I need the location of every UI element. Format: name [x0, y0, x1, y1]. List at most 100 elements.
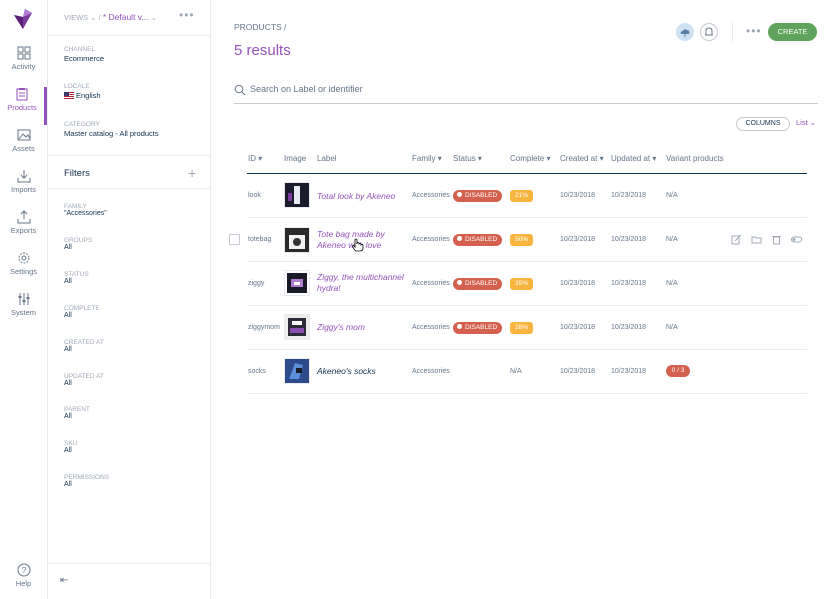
created-at: 10/23/2018 — [560, 324, 596, 331]
column-header-updated-at[interactable]: Updated at ▾ — [611, 154, 656, 163]
variant-products-badge[interactable]: 0 / 3 — [666, 365, 690, 377]
product-label-link[interactable]: Akeneo's socks — [317, 366, 407, 377]
sliders-icon — [18, 293, 29, 305]
table-row[interactable]: ziggymom Ziggy's mom Accessories DISABLE… — [247, 306, 807, 350]
product-label-link[interactable]: Total look by Akeneo — [317, 191, 407, 202]
product-id: look — [248, 192, 261, 199]
table-row[interactable]: socks Akeneo's socks Accessories N/A 10/… — [247, 350, 807, 394]
product-id: socks — [248, 368, 266, 375]
notifications-button[interactable] — [700, 23, 718, 41]
product-family: Accessories — [412, 280, 450, 287]
category-label: CATEGORY — [64, 121, 100, 128]
status-badge: DISABLED — [453, 190, 503, 202]
nav-item-label: Imports — [10, 185, 36, 194]
column-header-label[interactable]: Label — [317, 154, 337, 163]
filter-status[interactable]: STATUS All — [64, 271, 89, 285]
filter-updated-at[interactable]: UPDATED AT All — [64, 373, 104, 387]
table-row[interactable]: totebag Tote bag made by Akeneo with lov… — [247, 218, 807, 262]
locale-switcher[interactable]: LOCALE English — [64, 83, 101, 100]
product-thumbnail — [284, 314, 310, 340]
toggle-status-icon[interactable] — [791, 234, 802, 247]
filter-family[interactable]: FAMILY "Accessories" — [64, 203, 107, 217]
filters-title: Filters — [64, 168, 90, 179]
column-header-complete[interactable]: Complete ▾ — [510, 154, 551, 163]
channel-value: Ecommerce — [64, 54, 105, 63]
product-label-link[interactable]: Ziggy's mom — [317, 322, 407, 333]
updated-at: 10/23/2018 — [611, 368, 647, 375]
edit-icon[interactable] — [731, 234, 742, 247]
category-switcher[interactable]: CATEGORY Master catalog - All products — [64, 121, 159, 138]
nav-item-help[interactable]: ? Help — [0, 563, 47, 599]
product-label-link[interactable]: Ziggy, the multichannel hydra! — [317, 272, 407, 294]
delete-icon[interactable] — [771, 234, 782, 247]
nav-item-assets[interactable]: Assets — [0, 128, 47, 166]
filter-created-at[interactable]: CREATED AT All — [64, 339, 104, 353]
filter-parent[interactable]: PARENT All — [64, 406, 90, 420]
product-image-icon — [285, 271, 309, 295]
user-avatar-icon[interactable] — [676, 23, 694, 41]
filter-label: COMPLETE — [64, 305, 100, 312]
more-actions-icon[interactable]: ••• — [746, 24, 762, 38]
filter-label: SKU — [64, 440, 78, 447]
nav-item-label: System — [10, 308, 36, 317]
column-header-id[interactable]: ID ▾ — [248, 154, 262, 163]
nav-item-activity[interactable]: Activity — [0, 46, 47, 84]
nav-item-exports[interactable]: Exports — [0, 210, 47, 248]
filter-label: PERMISSIONS — [64, 474, 110, 481]
created-at: 10/23/2018 — [560, 236, 596, 243]
filter-complete[interactable]: COMPLETE All — [64, 305, 100, 319]
main-navigation: Activity Products Assets Imports Exports… — [0, 0, 48, 599]
column-header-created-at[interactable]: Created at ▾ — [560, 154, 604, 163]
search-input[interactable] — [250, 84, 790, 94]
nav-item-label: Settings — [9, 267, 38, 276]
table-row[interactable]: ziggy Ziggy, the multichannel hydra! Acc… — [247, 262, 807, 306]
bell-icon — [705, 27, 713, 36]
breadcrumb[interactable]: PRODUCTS / — [234, 22, 286, 32]
divider — [48, 155, 211, 156]
nav-item-settings[interactable]: Settings — [0, 251, 47, 289]
help-icon: ? — [17, 563, 30, 577]
view-name: * Default v... — [102, 12, 149, 22]
column-header-status[interactable]: Status ▾ — [453, 154, 482, 163]
create-button[interactable]: CREATE — [768, 23, 817, 41]
locale-value: English — [76, 91, 101, 100]
column-header-image: Image — [284, 154, 307, 163]
filter-value: All — [64, 481, 72, 488]
nav-item-label: Activity — [11, 62, 36, 71]
svg-text:?: ? — [21, 566, 26, 575]
nav-item-products[interactable]: Products — [0, 87, 47, 125]
views-label: VIEWS — [64, 13, 89, 22]
created-at: 10/23/2018 — [560, 368, 596, 375]
filter-permissions[interactable]: PERMISSIONS All — [64, 474, 109, 488]
table-row[interactable]: look Total look by Akeneo Accessories DI… — [247, 174, 807, 218]
product-family: Accessories — [412, 236, 450, 243]
filter-value: All — [64, 278, 72, 285]
filter-groups[interactable]: GROUPS All — [64, 237, 92, 251]
filter-sku[interactable]: SKU All — [64, 440, 77, 454]
caret-down-icon: ▾ — [477, 154, 482, 163]
nav-item-imports[interactable]: Imports — [0, 169, 47, 207]
display-selector[interactable]: List ⌄ — [796, 118, 816, 127]
filter-value: "Accessories" — [64, 210, 107, 217]
channel-label: CHANNEL — [64, 46, 96, 53]
locale-label: LOCALE — [64, 83, 90, 90]
columns-button[interactable]: COLUMNS — [736, 117, 790, 131]
updated-at: 10/23/2018 — [611, 324, 647, 331]
column-label: Status — [453, 154, 476, 163]
collapse-panel-icon[interactable]: ⇤ — [60, 575, 68, 586]
product-family: Accessories — [412, 368, 450, 375]
nav-item-system[interactable]: System — [0, 292, 47, 330]
completeness-badge: 28% — [510, 322, 533, 334]
caret-down-icon: ▾ — [258, 154, 263, 163]
variant-products: N/A — [666, 280, 678, 287]
classify-folder-icon[interactable] — [751, 234, 762, 247]
akeneo-logo-icon[interactable] — [11, 7, 35, 31]
channel-switcher[interactable]: CHANNEL Ecommerce — [64, 46, 104, 63]
completeness-badge: 50% — [510, 234, 533, 246]
column-header-family[interactable]: Family ▾ — [412, 154, 442, 163]
view-selector[interactable]: VIEWS ⌄ / * Default v... ⌄ — [64, 12, 157, 22]
add-filter-icon[interactable]: + — [188, 165, 196, 181]
row-checkbox[interactable] — [229, 234, 240, 245]
product-id: ziggymom — [248, 324, 280, 331]
more-options-icon[interactable]: ••• — [179, 8, 195, 22]
